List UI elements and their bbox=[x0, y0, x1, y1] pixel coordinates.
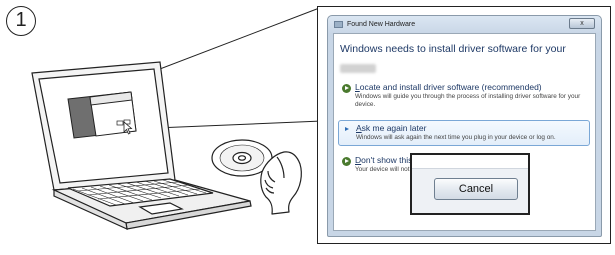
dialog-titlebar: Found New Hardware x bbox=[328, 16, 601, 33]
laptop-icon bbox=[31, 61, 252, 231]
screen-dialog-thumbnail bbox=[67, 91, 137, 139]
cancel-zoom-callout: Cancel bbox=[410, 153, 530, 215]
close-icon: x bbox=[580, 20, 584, 27]
window-app-icon bbox=[334, 21, 343, 28]
option-title: Ask me again later bbox=[356, 123, 427, 133]
option-ask-later[interactable]: Ask me again later Windows will ask agai… bbox=[338, 120, 590, 146]
option-title: Locate and install driver software (reco… bbox=[355, 82, 542, 92]
dialog-heading: Windows needs to install driver software… bbox=[340, 43, 566, 55]
arrow-icon bbox=[342, 157, 351, 166]
cancel-button[interactable]: Cancel bbox=[434, 178, 518, 200]
dialog-title: Found New Hardware bbox=[347, 21, 416, 28]
option-description: Windows will guide you through the proce… bbox=[355, 93, 581, 108]
close-button[interactable]: x bbox=[569, 18, 595, 29]
dialog-callout: Found New Hardware x Windows needs to in… bbox=[317, 6, 611, 244]
arrow-icon bbox=[343, 125, 352, 134]
blurred-device-name bbox=[340, 64, 376, 73]
option-description: Windows will ask again the next time you… bbox=[356, 134, 556, 141]
option-locate-install[interactable]: Locate and install driver software (reco… bbox=[338, 82, 590, 109]
arrow-icon bbox=[342, 84, 351, 93]
